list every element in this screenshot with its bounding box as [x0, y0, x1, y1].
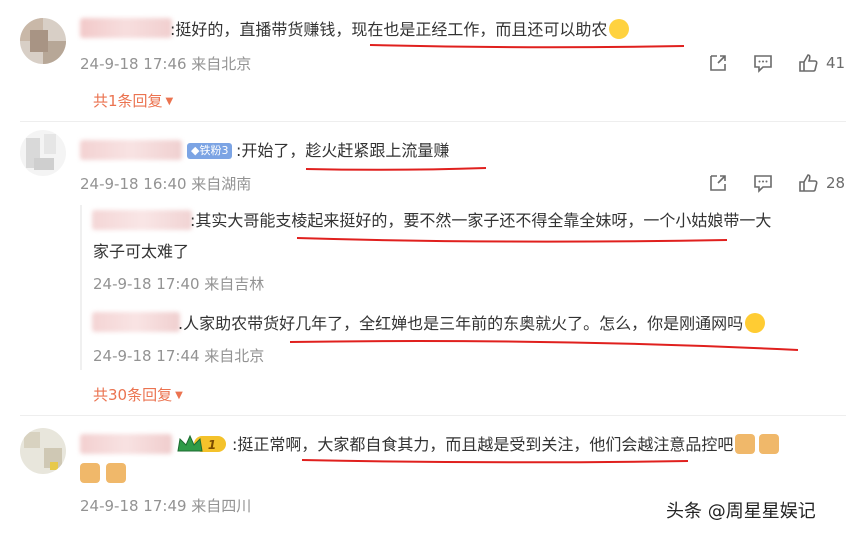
caret-down-icon: ▼ [165, 96, 174, 107]
comment-icon[interactable] [752, 172, 774, 194]
share-icon[interactable] [707, 52, 729, 74]
fans-badge: ◆铁粉3 [187, 143, 233, 159]
view-replies-link[interactable]: 共30条回复 ▼ [93, 384, 183, 405]
red-underline [305, 167, 487, 171]
red-underline [289, 340, 799, 351]
pray-emoji-icon [735, 434, 756, 454]
comment-text-content: :挺好的，直播带货赚钱，现在也是正经工作，而且还可以助农 [170, 20, 608, 39]
like-count: 41 [826, 54, 846, 72]
like-count: 28 [826, 174, 846, 192]
red-underline [369, 44, 685, 49]
pray-emoji-icon [80, 463, 100, 483]
like-icon[interactable] [797, 52, 819, 74]
avatar[interactable] [20, 130, 66, 176]
username-blurred[interactable] [80, 434, 172, 454]
username-blurred[interactable] [92, 210, 192, 230]
vip-level: 1 [208, 438, 216, 452]
comment-meta: 24-9-18 16:40 来自湖南 [80, 175, 252, 193]
divider [20, 121, 846, 122]
reply-text-line-2: 家子可太难了 [93, 242, 190, 261]
reply-text-content: .人家助农带货好几年了，全红婵也是三年前的东奥就火了。怎么，你是刚通网吗 [178, 314, 744, 333]
reply-text-line-1: :其实大哥能支棱起来挺好的，要不然一家子还不得全靠全妹呀，一个小姑娘带一大 [190, 211, 772, 230]
share-icon[interactable] [707, 172, 729, 194]
username-blurred[interactable] [80, 18, 172, 38]
view-replies-label: 共1条回复 [93, 92, 163, 110]
reply-meta: 24-9-18 17:44 来自北京 [93, 347, 265, 365]
vip-crown-badge-icon: 1 [177, 434, 226, 452]
username-blurred[interactable] [92, 312, 180, 332]
reply-meta: 24-9-18 17:40 来自吉林 [93, 275, 265, 293]
avatar[interactable] [20, 428, 66, 474]
divider [20, 415, 846, 416]
pray-emoji-icon [106, 463, 126, 483]
view-replies-link[interactable]: 共1条回复 ▼ [93, 90, 173, 111]
comment-icon[interactable] [752, 52, 774, 74]
comment-meta: 24-9-18 17:46 来自北京 [80, 55, 252, 73]
comment-text-line-2 [80, 461, 126, 487]
comment-text: :挺正常啊，大家都自食其力，而且越是受到关注，他们会越注意品控吧 [232, 432, 780, 458]
pray-emoji-icon [759, 434, 780, 454]
red-underline [296, 237, 728, 243]
comment-text-content: :挺正常啊，大家都自食其力，而且越是受到关注，他们会越注意品控吧 [232, 435, 734, 454]
caret-down-icon: ▼ [175, 390, 183, 401]
username-blurred[interactable] [80, 140, 182, 160]
comment-text: :开始了，趁火赶紧跟上流量赚 [236, 141, 450, 160]
view-replies-label: 共30条回复 [93, 386, 173, 404]
fans-badge-label: 铁粉3 [199, 144, 229, 157]
avatar[interactable] [20, 18, 66, 64]
watermark: 头条 @周星星娱记 [666, 501, 816, 522]
red-underline [301, 459, 689, 464]
laugh-tears-emoji-icon [745, 313, 766, 333]
comment-meta: 24-9-18 17:49 来自四川 [80, 497, 252, 515]
reply-thread-bar [80, 205, 82, 370]
grin-emoji-icon [609, 19, 630, 39]
like-icon[interactable] [797, 172, 819, 194]
